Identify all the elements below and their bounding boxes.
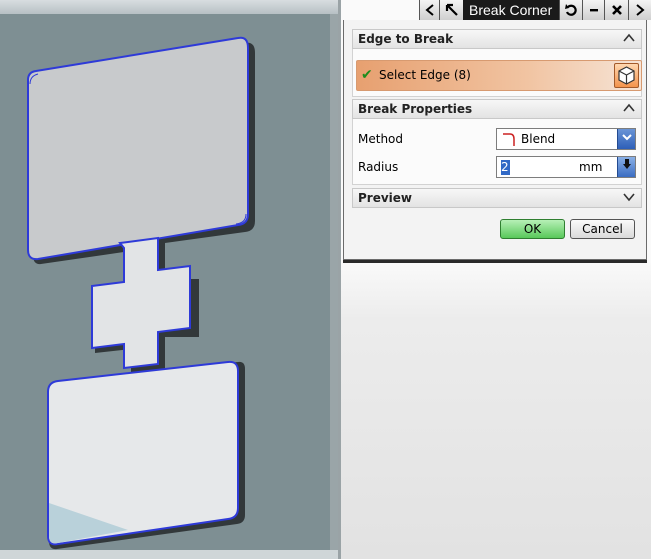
graphics-viewport[interactable]: [0, 0, 338, 559]
radius-field[interactable]: mm: [496, 156, 636, 178]
method-dropdown[interactable]: Blend: [496, 128, 636, 150]
method-label: Method: [358, 132, 404, 146]
break-properties-header[interactable]: Break Properties: [352, 99, 642, 119]
chevron-up-icon[interactable]: [621, 101, 637, 117]
arrow-down-icon[interactable]: [617, 157, 635, 177]
select-arrow-icon[interactable]: [439, 0, 463, 20]
splitter[interactable]: [338, 0, 341, 559]
radius-input[interactable]: [499, 159, 573, 175]
radius-label: Radius: [358, 160, 399, 174]
edge-to-break-header[interactable]: Edge to Break: [352, 29, 642, 49]
minimize-icon[interactable]: [582, 0, 604, 20]
ok-button[interactable]: OK: [500, 219, 565, 239]
chevron-up-icon[interactable]: [621, 31, 637, 47]
cancel-button[interactable]: Cancel: [570, 219, 635, 239]
method-value: Blend: [521, 132, 556, 146]
radius-unit: mm: [579, 160, 603, 174]
preview-header[interactable]: Preview: [352, 188, 642, 208]
chevron-down-icon[interactable]: [617, 129, 635, 149]
viewport-bottom-strip: [0, 550, 338, 559]
break-properties-title: Break Properties: [358, 102, 473, 116]
dialog-titlebar[interactable]: Break Corner: [419, 0, 651, 20]
forward-arrow-icon[interactable]: [628, 0, 651, 20]
close-icon[interactable]: [604, 0, 628, 20]
blend-icon: [503, 133, 515, 146]
cube-icon: [618, 66, 635, 85]
select-edge-label: Select Edge (8): [379, 68, 471, 82]
select-edge-button[interactable]: [614, 63, 639, 88]
part-top-face: [27, 36, 249, 261]
back-arrow-icon[interactable]: [419, 0, 439, 20]
preview-title: Preview: [358, 191, 413, 205]
viewport-right-edge: [330, 14, 338, 559]
break-corner-dialog: Edge to Break ✔ Select Edge (8) Break Pr…: [343, 20, 647, 260]
edge-to-break-title: Edge to Break: [358, 32, 454, 46]
sheet-metal-part[interactable]: [0, 0, 338, 559]
chevron-down-icon[interactable]: [621, 190, 637, 206]
reset-icon[interactable]: [559, 0, 582, 20]
checkmark-icon: ✔: [361, 67, 373, 83]
select-edge-row[interactable]: ✔ Select Edge (8): [356, 60, 642, 91]
